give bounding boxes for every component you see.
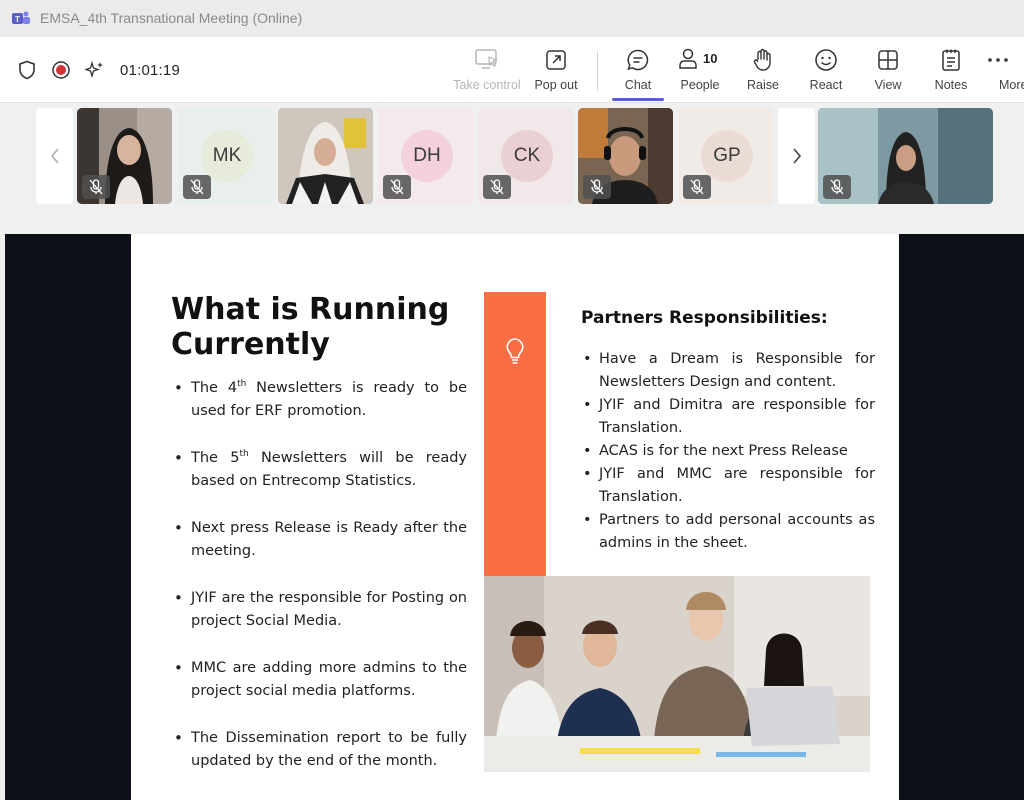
accent-band bbox=[484, 292, 546, 577]
people-count: 10 bbox=[703, 51, 718, 66]
shared-content-stage: What is Running Currently The 4th Newsle… bbox=[5, 234, 1024, 800]
list-item: The 5th Newsletters will be ready based … bbox=[171, 447, 467, 493]
strip-prev-button[interactable] bbox=[36, 108, 73, 204]
participant-strip: MK DH CK GP bbox=[0, 103, 1024, 234]
toolbar-divider bbox=[597, 51, 598, 91]
running-items-list: The 4th Newsletters is ready to be used … bbox=[171, 377, 467, 797]
participant-video-tile[interactable] bbox=[578, 108, 673, 204]
avatar-initials: MK bbox=[212, 145, 242, 166]
list-item: JYIF and Dimitra are responsible for Tra… bbox=[581, 394, 875, 440]
title-bar: T EMSA_4th Transnational Meeting (Online… bbox=[0, 0, 1024, 36]
hand-icon bbox=[750, 47, 776, 73]
avatar: GP bbox=[701, 130, 753, 182]
more-button[interactable]: More bbox=[985, 47, 1024, 97]
list-item: JYIF are the responsible for Posting on … bbox=[171, 587, 467, 633]
muted-mic-icon bbox=[823, 175, 851, 199]
muted-mic-icon bbox=[483, 175, 511, 199]
participant-video-tile[interactable] bbox=[818, 108, 993, 204]
list-item: MMC are adding more admins to the projec… bbox=[171, 657, 467, 703]
pop-out-button[interactable]: Pop out bbox=[523, 47, 589, 97]
take-control-label: Take control bbox=[453, 78, 521, 92]
people-icon: 10 bbox=[677, 47, 723, 73]
recording-icon[interactable] bbox=[50, 59, 72, 81]
raise-label: Raise bbox=[747, 78, 779, 92]
participant-video-tile[interactable] bbox=[77, 108, 172, 204]
grid-view-icon bbox=[875, 47, 901, 73]
list-item: JYIF and MMC are responsible for Transla… bbox=[581, 463, 875, 509]
pop-out-label: Pop out bbox=[534, 78, 578, 92]
svg-text:T: T bbox=[15, 15, 20, 24]
responsibilities-list: Have a Dream is Responsible for Newslett… bbox=[581, 348, 875, 555]
avatar: CK bbox=[501, 130, 553, 182]
muted-mic-icon bbox=[383, 175, 411, 199]
avatar: MK bbox=[201, 130, 253, 182]
team-meeting-photo bbox=[484, 576, 870, 772]
responsibilities-heading: Partners Responsibilities: bbox=[581, 308, 828, 328]
avatar: DH bbox=[401, 130, 453, 182]
meeting-timer: 01:01:19 bbox=[120, 61, 180, 79]
avatar-initials: DH bbox=[413, 145, 441, 166]
muted-mic-icon bbox=[82, 175, 110, 199]
window-title: EMSA_4th Transnational Meeting (Online) bbox=[40, 9, 303, 26]
lightbulb-icon bbox=[506, 338, 524, 364]
pop-out-icon bbox=[543, 47, 569, 73]
list-item: The 4th Newsletters is ready to be used … bbox=[171, 377, 467, 423]
participant-avatar-tile[interactable]: MK bbox=[178, 108, 273, 204]
people-label: People bbox=[680, 78, 720, 92]
participant-video bbox=[278, 108, 373, 204]
people-button[interactable]: 10 People bbox=[667, 47, 733, 97]
meeting-toolbar: 01:01:19 Take control Pop out Chat 10 Pe… bbox=[0, 37, 1024, 103]
smiley-icon bbox=[813, 47, 839, 73]
notes-button[interactable]: Notes bbox=[918, 47, 984, 97]
teams-icon: T bbox=[12, 11, 30, 24]
avatar-initials: GP bbox=[713, 145, 741, 166]
participant-avatar-tile[interactable]: CK bbox=[478, 108, 573, 204]
muted-mic-icon bbox=[583, 175, 611, 199]
view-label: View bbox=[874, 78, 902, 92]
active-tab-indicator bbox=[612, 98, 664, 101]
strip-next-button[interactable] bbox=[778, 108, 815, 204]
chat-icon bbox=[625, 47, 651, 73]
more-label: More bbox=[999, 78, 1024, 92]
muted-mic-icon bbox=[183, 175, 211, 199]
list-item: Partners to add personal accounts as adm… bbox=[581, 509, 875, 555]
react-label: React bbox=[809, 78, 843, 92]
sparkle-icon[interactable] bbox=[84, 59, 106, 81]
list-item: ACAS is for the next Press Release bbox=[581, 440, 875, 463]
muted-mic-icon bbox=[683, 175, 711, 199]
shield-icon[interactable] bbox=[16, 59, 38, 81]
participant-avatar-tile[interactable]: DH bbox=[378, 108, 473, 204]
take-control-icon bbox=[474, 47, 500, 73]
active-speaker-video-tile[interactable] bbox=[278, 108, 373, 204]
chevron-right-icon bbox=[792, 148, 801, 164]
chevron-left-icon bbox=[50, 148, 59, 164]
chat-button[interactable]: Chat bbox=[605, 47, 671, 97]
chat-label: Chat bbox=[624, 78, 652, 92]
slide-title: What is Running Currently bbox=[171, 292, 450, 362]
notes-label: Notes bbox=[934, 78, 968, 92]
view-button[interactable]: View bbox=[855, 47, 921, 97]
list-item: Next press Release is Ready after the me… bbox=[171, 517, 467, 563]
avatar-initials: CK bbox=[513, 145, 541, 166]
list-item: Have a Dream is Responsible for Newslett… bbox=[581, 348, 875, 394]
take-control-button[interactable]: Take control bbox=[453, 47, 521, 97]
presentation-slide: What is Running Currently The 4th Newsle… bbox=[131, 234, 899, 800]
react-button[interactable]: React bbox=[793, 47, 859, 97]
participant-avatar-tile[interactable]: GP bbox=[678, 108, 773, 204]
more-icon bbox=[985, 47, 1011, 73]
raise-hand-button[interactable]: Raise bbox=[730, 47, 796, 97]
list-item: The Dissemination report to be fully upd… bbox=[171, 727, 467, 773]
notes-icon bbox=[938, 47, 964, 73]
